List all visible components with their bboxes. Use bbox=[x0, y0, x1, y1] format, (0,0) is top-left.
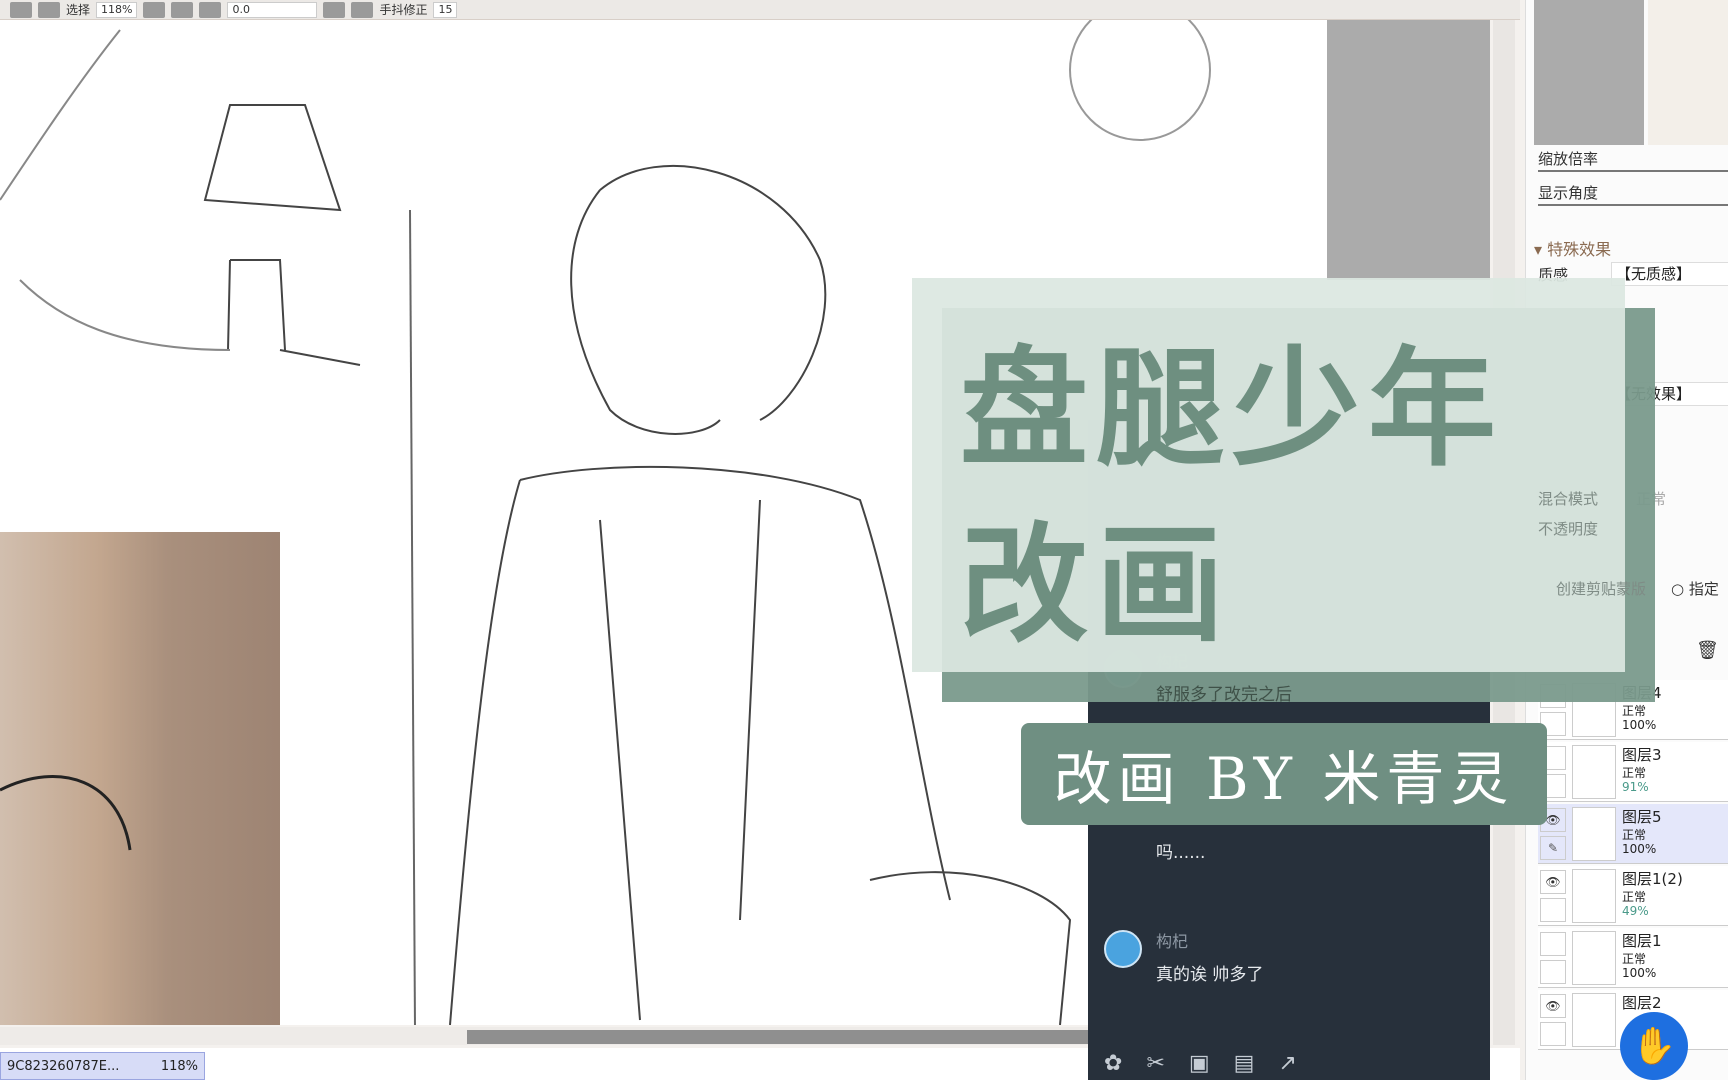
layer-opacity: 100% bbox=[1622, 718, 1657, 732]
toolbar: 选择 118% 0.0 手抖修正 15 bbox=[0, 0, 1520, 20]
zoom-label: 选择 bbox=[66, 3, 91, 17]
texture-select[interactable]: 【无质感】 bbox=[1611, 262, 1728, 286]
document-name: 9C823260787E... bbox=[7, 1058, 120, 1074]
rotate-left-button[interactable] bbox=[323, 1, 346, 18]
layer-thumbnail bbox=[1572, 931, 1616, 985]
layer-name: 图层5 bbox=[1622, 808, 1662, 826]
layer-thumbnail bbox=[1572, 807, 1616, 861]
angle-slider[interactable] bbox=[1538, 204, 1728, 206]
layer-mode: 正常 bbox=[1622, 828, 1647, 842]
rotate-right-button[interactable] bbox=[351, 1, 374, 18]
toolbar-button[interactable] bbox=[10, 1, 32, 18]
layer-name: 图层1(2) bbox=[1622, 870, 1683, 888]
navigator-background bbox=[1534, 0, 1644, 145]
toolbar-button[interactable] bbox=[38, 1, 60, 18]
zoom-slider[interactable] bbox=[1538, 170, 1728, 172]
layer-thumbnail bbox=[1572, 869, 1616, 923]
zoom-dropdown[interactable] bbox=[143, 1, 166, 18]
zoom-field[interactable]: 118% bbox=[96, 1, 138, 18]
effects-title-text: 特殊效果 bbox=[1547, 240, 1612, 259]
specify-label: 指定 bbox=[1688, 580, 1719, 598]
flower-icon[interactable]: ✿ bbox=[1104, 1051, 1122, 1076]
chat-message: 真的诶 帅多了 bbox=[1156, 965, 1264, 985]
gallery-icon[interactable]: ▤ bbox=[1234, 1051, 1255, 1076]
chat-username: 构杞 bbox=[1156, 932, 1189, 951]
layer-mode: 正常 bbox=[1622, 890, 1647, 904]
document-zoom: 118% bbox=[160, 1058, 198, 1074]
angle-label: 显示角度 bbox=[1538, 184, 1599, 202]
share-icon[interactable]: ↗ bbox=[1278, 1051, 1296, 1076]
opacity-label: 不透明度 bbox=[1538, 520, 1599, 538]
zoom-rate-label: 缩放倍率 bbox=[1538, 150, 1599, 168]
horizontal-scroll-thumb[interactable] bbox=[467, 1030, 1092, 1044]
visibility-toggle[interactable] bbox=[1540, 932, 1566, 956]
effects-title[interactable]: ▾ 特殊效果 bbox=[1534, 236, 1611, 260]
edit-lock-toggle[interactable] bbox=[1540, 898, 1566, 922]
layer-name: 图层2 bbox=[1622, 994, 1662, 1012]
navigator-preview[interactable] bbox=[1648, 0, 1728, 145]
layer-opacity: 91% bbox=[1622, 780, 1649, 794]
eye-icon[interactable]: 👁 bbox=[1540, 870, 1566, 894]
zoom-out-button[interactable] bbox=[171, 1, 194, 18]
layer-item[interactable]: 图层3 正常 91% bbox=[1538, 742, 1728, 802]
layer-opacity: 100% bbox=[1622, 966, 1657, 980]
title-line-1: 盘腿少年 bbox=[960, 335, 1505, 484]
chat-message: 舒服多了改完之后 bbox=[1156, 685, 1292, 705]
zoom-in-button[interactable] bbox=[199, 1, 222, 18]
layer-thumbnail bbox=[1572, 745, 1616, 799]
layer-item[interactable]: 👁 图层1(2) 正常 49% bbox=[1538, 866, 1728, 926]
layer-item[interactable]: 图层1 正常 100% bbox=[1538, 928, 1728, 988]
title-line-2: 改画 bbox=[960, 511, 1233, 660]
stabilizer-label: 手抖修正 bbox=[379, 3, 428, 17]
image-icon[interactable]: ▣ bbox=[1189, 1051, 1210, 1076]
delete-layer-icon[interactable]: 🗑 bbox=[1696, 640, 1719, 661]
pencil-icon[interactable]: ✎ bbox=[1540, 836, 1566, 860]
document-tab[interactable]: 9C823260787E... 118% bbox=[0, 1052, 205, 1080]
overlay-title: 盘腿少年 改画 bbox=[960, 322, 1504, 674]
overlay-subtitle: 改画 BY 米青灵 bbox=[1021, 723, 1547, 825]
chat-message: 吗...... bbox=[1156, 843, 1206, 863]
blend-label: 混合模式 bbox=[1538, 490, 1599, 508]
avatar bbox=[1104, 930, 1142, 968]
layer-mode: 正常 bbox=[1622, 952, 1647, 966]
layer-opacity: 100% bbox=[1622, 842, 1657, 856]
layer-name: 图层1 bbox=[1622, 932, 1662, 950]
layer-name: 图层3 bbox=[1622, 746, 1662, 764]
layer-thumbnail bbox=[1572, 993, 1616, 1047]
edit-lock-toggle[interactable] bbox=[1540, 1022, 1566, 1046]
edit-lock-toggle[interactable] bbox=[1540, 960, 1566, 984]
angle-field[interactable]: 0.0 bbox=[227, 1, 318, 18]
layer-opacity: 49% bbox=[1622, 904, 1649, 918]
layer-item-selected[interactable]: 👁 ✎ 图层5 正常 100% bbox=[1538, 804, 1728, 864]
layer-mode: 正常 bbox=[1622, 766, 1647, 780]
specify-radio[interactable]: ○ 指定 bbox=[1671, 578, 1719, 599]
eye-icon[interactable]: 👁 bbox=[1540, 994, 1566, 1018]
raise-hand-icon[interactable]: ✋ bbox=[1620, 1012, 1688, 1080]
layer-mode: 正常 bbox=[1622, 704, 1647, 718]
scissors-icon[interactable]: ✂ bbox=[1146, 1051, 1164, 1076]
clip-mask-checkbox[interactable]: 创建剪贴蒙版 bbox=[1556, 578, 1646, 599]
stabilizer-field[interactable]: 15 bbox=[433, 1, 458, 18]
